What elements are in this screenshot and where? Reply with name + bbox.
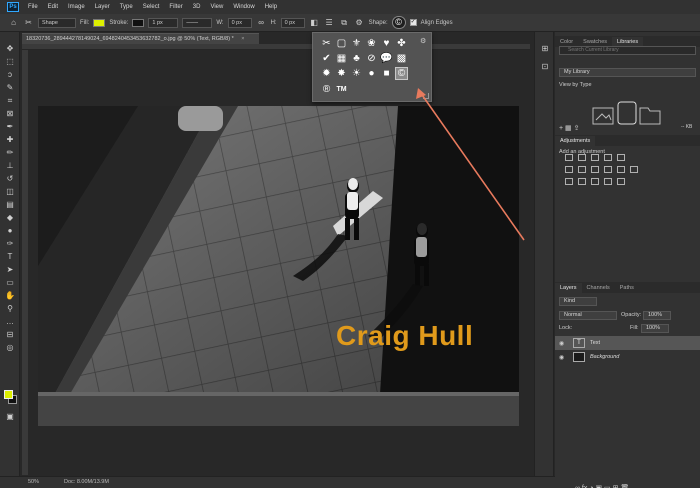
library-actions-icon[interactable]: + ▦ ⇪ <box>559 124 579 132</box>
layer-name: Text <box>590 340 601 346</box>
channel-mixer-icon[interactable] <box>617 166 625 173</box>
hue-saturation-icon[interactable] <box>565 166 573 173</box>
document-size: Doc: 8.00M/13.9M <box>64 479 109 485</box>
fill-field[interactable]: 100% <box>641 324 669 333</box>
library-empty-illustration <box>592 101 661 125</box>
levels-icon[interactable] <box>578 154 586 161</box>
tab-adjustments[interactable]: Adjustments <box>555 136 596 146</box>
posterize-icon[interactable] <box>578 178 586 185</box>
black-white-icon[interactable] <box>591 166 599 173</box>
layer-actions-icon[interactable]: ∞ fx ◑ ▣ ▭ ⊞ 🗑 <box>575 484 629 488</box>
type-layer-thumbnail: T <box>573 338 585 348</box>
curves-icon[interactable] <box>591 154 599 161</box>
tab-paths[interactable]: Paths <box>615 283 639 293</box>
blend-mode-select[interactable]: Normal <box>559 311 617 320</box>
library-search-input[interactable]: Search Current Library <box>559 46 696 55</box>
layer-row-background[interactable]: ◉ Background <box>555 350 700 364</box>
eye-icon[interactable]: ◉ <box>559 340 567 347</box>
photoshop-window: Ps File Edit Image Layer Type Select Fil… <box>0 0 700 488</box>
layer-row-text[interactable]: ◉ T Text <box>555 336 700 350</box>
opacity-field[interactable]: 100% <box>643 311 671 320</box>
opacity-label: Opacity: <box>621 312 642 318</box>
properties-panel-icon[interactable]: ⊞ <box>539 44 551 54</box>
threshold-icon[interactable] <box>591 178 599 185</box>
color-balance-icon[interactable] <box>578 166 586 173</box>
view-by-select[interactable]: View by Type <box>559 82 592 88</box>
exposure-icon[interactable] <box>604 154 612 161</box>
zoom-level[interactable]: 50% <box>28 477 39 488</box>
vibrance-icon[interactable] <box>617 154 625 161</box>
color-lookup-icon[interactable] <box>630 166 638 173</box>
adjustments-tabs: Adjustments <box>555 135 700 146</box>
brightness-contrast-icon[interactable] <box>565 154 573 161</box>
foreground-color-swatch[interactable] <box>4 390 13 399</box>
panel-dock-strip: ⊞ ⊡ <box>534 32 554 476</box>
layer-name: Background <box>590 354 620 360</box>
lock-label: Lock: <box>559 325 573 331</box>
eye-icon[interactable]: ◉ <box>559 354 567 361</box>
invert-icon[interactable] <box>565 178 573 185</box>
photo-filter-icon[interactable] <box>604 166 612 173</box>
layers-tabs: Layers Channels Paths <box>555 282 700 293</box>
selective-color-icon[interactable] <box>604 178 612 185</box>
layer-filter-select[interactable]: Kind <box>559 297 597 306</box>
gradient-map-icon[interactable] <box>617 178 625 185</box>
status-bar: 50% Doc: 8.00M/13.9M <box>0 476 555 488</box>
tab-channels[interactable]: Channels <box>582 283 615 293</box>
tab-layers[interactable]: Layers <box>555 283 582 293</box>
image-layer-thumbnail <box>573 352 585 362</box>
history-panel-icon[interactable]: ⊡ <box>539 62 551 72</box>
library-select[interactable]: My Library <box>559 68 696 77</box>
library-size: -- KB <box>681 124 693 130</box>
fill-label: Fill: <box>630 325 639 331</box>
